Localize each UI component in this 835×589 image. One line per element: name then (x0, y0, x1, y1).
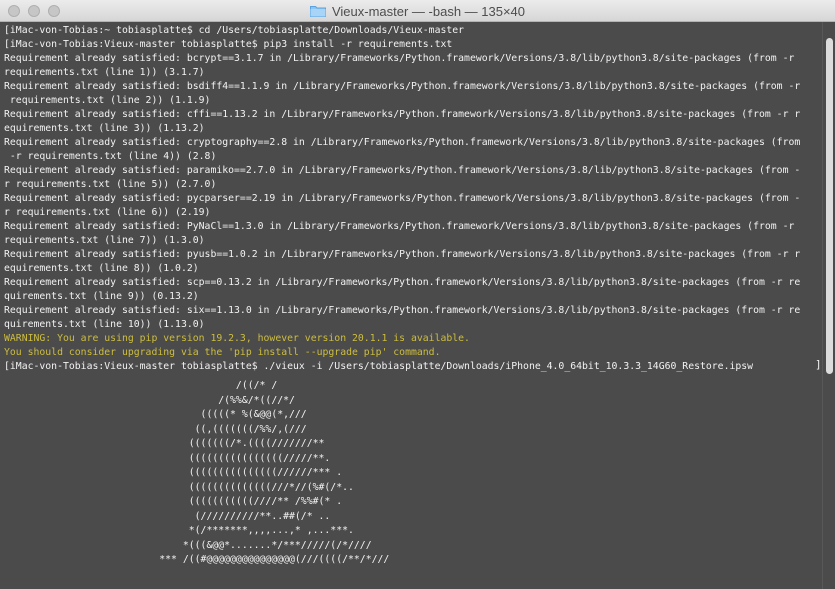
terminal-line: [iMac-von-Tobias:~ tobiasplatte$ cd /Use… (4, 25, 465, 36)
ascii-art-line: ((,(((((((/%%/,(/// (0, 423, 307, 435)
folder-icon (309, 6, 326, 17)
scrollbar-thumb[interactable] (826, 38, 833, 374)
cursor-marker: ] (815, 358, 822, 371)
terminal-line: Requirement already satisfied: pycparser… (4, 193, 801, 204)
ascii-art-line: (((((((/*.((((///////** (0, 438, 325, 449)
terminal-line: Requirement already satisfied: PyNaCl==1… (4, 221, 795, 232)
ascii-art-line: ((((((((((((((///*//(%#(/*.. (0, 481, 354, 493)
terminal-line: Requirement already satisfied: pyusb==1.… (4, 249, 801, 260)
ascii-art-line: (((((((((((((((//////*** . (0, 467, 343, 478)
terminal-line: equirements.txt (line 3)) (1.13.2) (4, 123, 205, 134)
terminal-line: quirements.txt (line 10)) (1.13.0) (4, 319, 205, 330)
terminal-line: quirements.txt (line 9)) (0.13.2) (4, 291, 199, 302)
terminal-line: r requirements.txt (line 5)) (2.7.0) (4, 179, 217, 190)
terminal-line: [iMac-von-Tobias:Vieux-master tobiasplat… (4, 39, 453, 50)
terminal-line: Requirement already satisfied: six==1.13… (4, 305, 801, 316)
terminal-line: Requirement already satisfied: bcrypt==3… (4, 53, 795, 64)
terminal-line: equirements.txt (line 8)) (1.0.2) (4, 263, 199, 274)
ascii-art-line: (((((* %(&@@(*,/// (0, 409, 307, 420)
window-title-area: Vieux-master — -bash — 135×40 (0, 0, 835, 22)
ascii-art-line: /(%%&/*((//*/ (0, 394, 295, 406)
terminal-line: Requirement already satisfied: cryptogra… (4, 137, 801, 148)
terminal-line: WARNING: You are using pip version 19.2.… (4, 333, 470, 344)
window-title: Vieux-master — -bash — 135×40 (331, 3, 526, 19)
terminal-line: Requirement already satisfied: paramiko=… (4, 165, 801, 176)
terminal-line: Requirement already satisfied: scp==0.13… (4, 277, 801, 288)
terminal-line: You should consider upgrading via the 'p… (4, 347, 441, 358)
title-bar[interactable]: Vieux-master — -bash — 135×40 (0, 0, 835, 22)
ascii-art-line: *(/*******,,,,...,* ,...***. (0, 525, 354, 536)
ascii-art-line: (((((((((((////** /%%#(* . (0, 496, 343, 507)
terminal-line: Requirement already satisfied: cffi==1.1… (4, 109, 801, 120)
terminal-line: -r requirements.txt (line 4)) (2.8) (4, 151, 217, 162)
terminal-line: requirements.txt (line 1)) (3.1.7) (4, 67, 205, 78)
terminal-line: [iMac-von-Tobias:Vieux-master tobiasplat… (4, 361, 754, 372)
ascii-art: /((/* / /(%%&/*((//*/ (((((* %(&@@(*,///… (0, 380, 822, 569)
terminal-window: Vieux-master — -bash — 135×40 [iMac-von-… (0, 0, 835, 589)
terminal-line: requirements.txt (line 2)) (1.1.9) (4, 95, 211, 106)
ascii-art-line: /((/* / (0, 380, 278, 391)
terminal-line: requirements.txt (line 7)) (1.3.0) (4, 235, 205, 246)
ascii-art-line: *(((&@@*.......*/***/////(/*//// (0, 539, 372, 551)
ascii-art-line: *** /((#@@@@@@@@@@@@@@@(///((((/**/*/// (0, 554, 390, 565)
ascii-art-line: ((((((((((((((((/////**. (0, 452, 331, 464)
ascii-art-line: (//////////**..##(/* .. (0, 510, 331, 522)
vertical-scrollbar[interactable] (822, 22, 835, 589)
terminal-line: Requirement already satisfied: bsdiff4==… (4, 81, 801, 92)
terminal-line: r requirements.txt (line 6)) (2.19) (4, 207, 211, 218)
